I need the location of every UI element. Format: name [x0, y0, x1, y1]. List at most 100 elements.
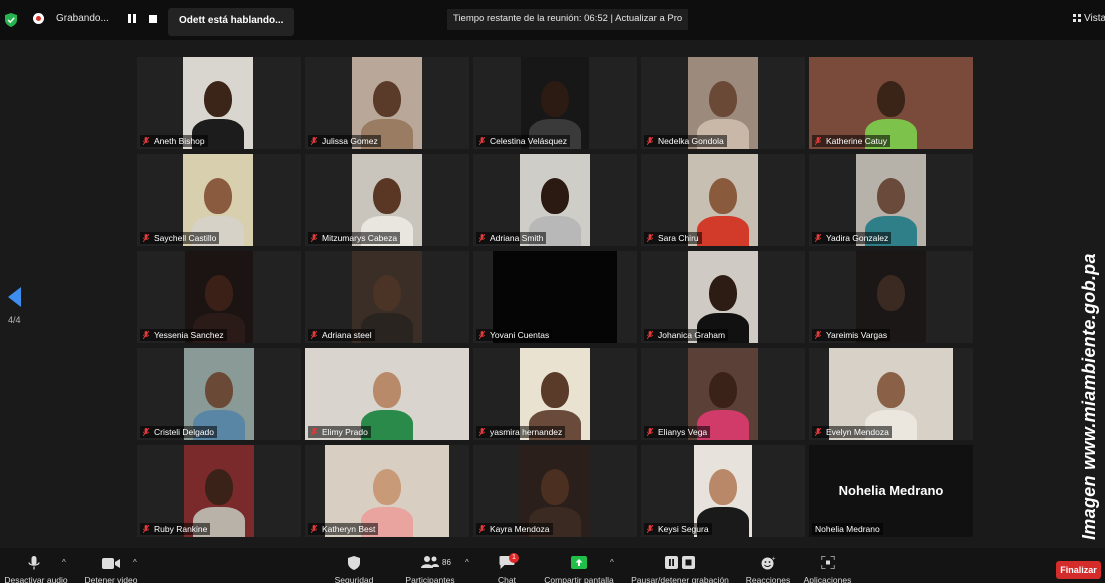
participant-video-tile[interactable]: Aneth Bishop [137, 57, 301, 149]
participant-name-tag: Elianys Vega [644, 426, 711, 438]
participant-silhouette-head [709, 81, 737, 117]
chat-button[interactable]: 1 Chat [487, 548, 527, 583]
muted-microphone-icon [647, 234, 653, 242]
participant-video-tile[interactable]: Yovani Cuentas [473, 251, 637, 343]
participant-name-tag: Kayra Mendoza [476, 523, 553, 535]
participant-video-tile[interactable]: yasmira hernandez [473, 348, 637, 440]
stop-icon[interactable] [149, 15, 157, 23]
share-options-caret[interactable]: ^ [610, 558, 614, 567]
participant-name-tag: Yareimis Vargas [812, 329, 891, 341]
participants-button[interactable]: 86 Participantes [400, 548, 460, 583]
meeting-toolbar: Desactivar audio ^ Detener video ^ Segur… [0, 548, 1105, 583]
participant-name-label: Cristeli Delgado [154, 427, 214, 437]
participant-name-tag: Cristeli Delgado [140, 426, 217, 438]
participant-name-label: yasmira hernandez [490, 427, 563, 437]
grid-view-icon [1073, 14, 1081, 22]
pause-stop-recording-button[interactable]: Pausar/detener grabación [626, 548, 734, 583]
end-meeting-button[interactable]: Finalizar [1056, 561, 1101, 579]
participant-name-label: Ruby Rankine [154, 524, 208, 534]
participant-video-tile[interactable]: Elianys Vega [641, 348, 805, 440]
participant-silhouette-head [373, 81, 401, 117]
participant-name-tag: Ruby Rankine [140, 523, 211, 535]
video-options-caret[interactable]: ^ [133, 558, 137, 567]
participant-name-tag: Johanica Graham [644, 329, 729, 341]
muted-microphone-icon [143, 137, 149, 145]
reactions-label: Reacciones [745, 575, 791, 583]
participant-name-label: Aneth Bishop [154, 136, 205, 146]
pause-icon[interactable] [127, 14, 137, 23]
participant-name-tag: Adriana Smith [476, 232, 547, 244]
participant-name-label: Saychell Castillo [154, 233, 217, 243]
participant-name-label: Sara Chiru [658, 233, 699, 243]
participant-name-tag: Mitzumarys Cabeza [308, 232, 401, 244]
participant-video-tile[interactable]: Elimy Prado [305, 348, 469, 440]
security-label: Seguridad [334, 575, 374, 583]
record-icon [33, 13, 44, 24]
participants-icon [421, 556, 439, 568]
participant-silhouette-head [373, 178, 401, 214]
participant-silhouette-head [709, 469, 737, 505]
muted-microphone-icon [311, 234, 317, 242]
participant-video-tile[interactable]: Cristeli Delgado [137, 348, 301, 440]
muted-microphone-icon [815, 137, 821, 145]
participant-video-tile[interactable]: Julissa Gomez [305, 57, 469, 149]
participant-silhouette-head [877, 81, 905, 117]
participant-video-tile[interactable]: Adriana steel [305, 251, 469, 343]
participant-video-tile[interactable]: Yessenia Sanchez [137, 251, 301, 343]
participant-silhouette-head [541, 178, 569, 214]
previous-page-arrow-icon[interactable] [8, 287, 21, 307]
participant-video-tile[interactable]: Adriana Smith [473, 154, 637, 246]
participant-name-label: Mitzumarys Cabeza [322, 233, 398, 243]
shield-check-icon[interactable] [5, 13, 17, 27]
muted-microphone-icon [479, 234, 485, 242]
participant-video-tile[interactable]: Katheryn Best [305, 445, 469, 537]
meeting-timer-banner[interactable]: Tiempo restante de la reunión: 06:52 | A… [447, 9, 689, 30]
muted-microphone-icon [143, 428, 149, 436]
muted-microphone-icon [647, 428, 653, 436]
muted-microphone-icon [143, 331, 149, 339]
participant-video-tile[interactable]: Mitzumarys Cabeza [305, 154, 469, 246]
participant-video-tile[interactable]: Saychell Castillo [137, 154, 301, 246]
participant-silhouette-body [697, 216, 749, 246]
participant-video-tile[interactable]: Kayra Mendoza [473, 445, 637, 537]
participant-name-tag: Julissa Gomez [308, 135, 381, 147]
participant-name-label: Katherine Catuy [826, 136, 887, 146]
meeting-top-bar: Grabando... Odett está hablando... Tiemp… [0, 0, 1105, 40]
participant-video-tile[interactable]: Evelyn Mendoza [809, 348, 973, 440]
participant-name-tag: Aneth Bishop [140, 135, 208, 147]
muted-microphone-icon [647, 137, 653, 145]
participant-video-tile[interactable]: Ruby Rankine [137, 445, 301, 537]
apps-button[interactable]: Aplicaciones [800, 548, 855, 583]
participant-video-tile[interactable]: Yareimis Vargas [809, 251, 973, 343]
share-screen-button[interactable]: Compartir pantalla [540, 548, 618, 583]
reactions-button[interactable]: + Reacciones [742, 548, 794, 583]
participant-video-tile[interactable]: Johanica Graham [641, 251, 805, 343]
view-button[interactable]: Vista [1073, 13, 1105, 24]
participant-name-tag: Keysi Segura [644, 523, 712, 535]
muted-microphone-icon [815, 331, 821, 339]
audio-options-caret[interactable]: ^ [62, 558, 66, 567]
security-button[interactable]: Seguridad [328, 548, 380, 583]
participant-video-tile[interactable]: Celestina Velásquez [473, 57, 637, 149]
participant-name-label: Celestina Velásquez [490, 136, 568, 146]
muted-microphone-icon [815, 234, 821, 242]
muted-microphone-icon [647, 525, 653, 533]
participant-name-label: Nedelka Gondola [658, 136, 724, 146]
muted-microphone-icon [479, 331, 485, 339]
participant-name-tag: Evelyn Mendoza [812, 426, 892, 438]
participants-options-caret[interactable]: ^ [465, 558, 469, 567]
participant-video-tile[interactable]: Yadira Gonzalez [809, 154, 973, 246]
participant-video-tile[interactable]: Katherine Catuy [809, 57, 973, 149]
apps-icon [821, 556, 834, 569]
participant-name-label: Yareimis Vargas [826, 330, 888, 340]
participant-name-label: Katheryn Best [322, 524, 376, 534]
participant-video-tile[interactable]: Sara Chiru [641, 154, 805, 246]
video-camera-icon [102, 558, 120, 569]
participant-video-tile[interactable]: Keysi Segura [641, 445, 805, 537]
pause-stop-recording-icon [665, 556, 695, 569]
participant-video-tile[interactable]: Nedelka Gondola [641, 57, 805, 149]
muted-microphone-icon [479, 525, 485, 533]
participant-name-label: Adriana Smith [490, 233, 544, 243]
participant-video-tile[interactable]: Nohelia Medrano Nohelia Medrano [809, 445, 973, 537]
pause-stop-recording-label: Pausar/detener grabación [631, 575, 729, 583]
